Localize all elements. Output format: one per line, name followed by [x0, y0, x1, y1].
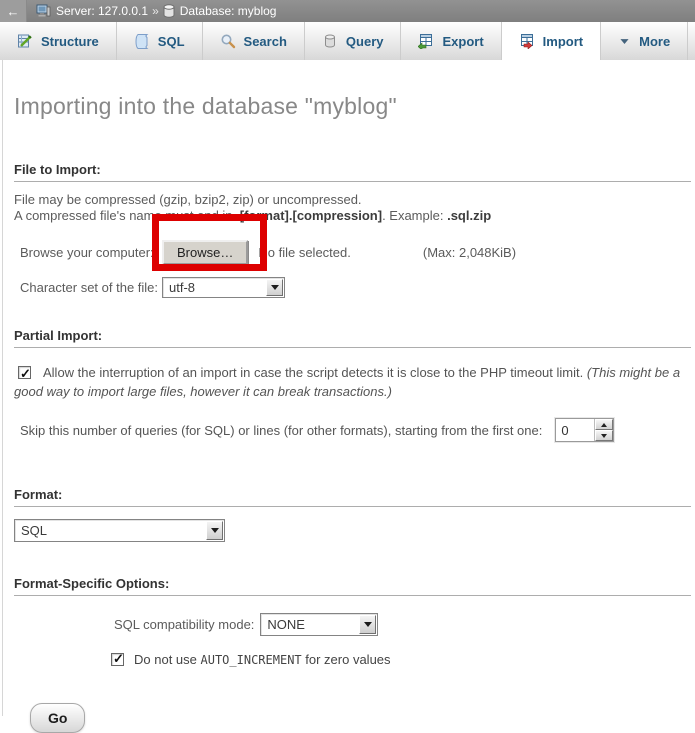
tab-bar: Structure SQL Search Query Export	[0, 22, 695, 60]
go-button[interactable]: Go	[30, 703, 85, 733]
desc-line1: File may be compressed (gzip, bzip2, zip…	[14, 192, 362, 207]
database-icon	[163, 4, 175, 18]
server-icon	[36, 4, 51, 18]
section-heading-format-specific: Format-Specific Options:	[14, 576, 691, 596]
format-select-arrow-icon[interactable]	[206, 521, 223, 540]
tab-structure[interactable]: Structure	[0, 22, 117, 60]
spinner-up-icon	[601, 423, 607, 427]
desc-example: .sql.zip	[447, 208, 491, 223]
section-heading-partial-import: Partial Import:	[14, 328, 691, 348]
export-icon	[418, 33, 434, 49]
breadcrumb-server[interactable]: Server: 127.0.0.1	[36, 4, 148, 18]
sql-compatibility-label: SQL compatibility mode:	[114, 617, 254, 632]
tab-structure-label: Structure	[41, 34, 99, 49]
sql-icon	[134, 33, 150, 49]
charset-label: Character set of the file:	[20, 280, 162, 295]
import-icon	[519, 33, 535, 49]
auto-increment-keyword: AUTO_INCREMENT	[201, 653, 302, 667]
spinner-down-button[interactable]	[595, 430, 613, 441]
auto-increment-row: Do not use AUTO_INCREMENT for zero value…	[14, 652, 691, 667]
auto-increment-prefix: Do not use	[134, 652, 201, 667]
sql-compatibility-select[interactable]: NONE	[260, 613, 378, 636]
tab-query-label: Query	[346, 34, 384, 49]
actions-row: Go	[14, 703, 691, 733]
tab-more[interactable]: More	[601, 22, 688, 60]
desc-line2-prefix: A compressed file's name must end in	[14, 208, 236, 223]
skip-queries-stepper[interactable]	[555, 418, 614, 442]
sql-compatibility-row: SQL compatibility mode: NONE	[14, 613, 691, 636]
tab-import[interactable]: Import	[502, 22, 601, 60]
tab-sql-label: SQL	[158, 34, 185, 49]
panel-left-border	[2, 60, 3, 716]
back-arrow-button[interactable]: ←	[0, 0, 27, 22]
format-selected-value: SQL	[21, 523, 47, 538]
desc-format-pattern: .[format].[compression]	[236, 208, 382, 223]
charset-select-arrow-icon[interactable]	[266, 279, 283, 296]
tab-search[interactable]: Search	[203, 22, 305, 60]
allow-interruption-checkbox[interactable]	[18, 366, 31, 379]
tab-query[interactable]: Query	[305, 22, 402, 60]
browse-button[interactable]: Browse…	[162, 240, 248, 265]
structure-icon	[17, 33, 33, 49]
page-title: Importing into the database "myblog"	[14, 93, 691, 120]
spinner-down-icon	[601, 434, 607, 438]
breadcrumb-server-label: Server: 127.0.0.1	[56, 4, 148, 18]
skip-queries-row: Skip this number of queries (for SQL) or…	[14, 418, 691, 442]
browse-row: Browse your computer: Browse… No file se…	[14, 239, 691, 265]
breadcrumb: ← Server: 127.0.0.1 » Database: myblog	[0, 0, 695, 22]
desc-line2-mid: . Example:	[382, 208, 447, 223]
tab-import-label: Import	[543, 34, 583, 49]
allow-interruption-text: Allow the interruption of an import in c…	[43, 365, 587, 380]
browse-label: Browse your computer:	[20, 245, 162, 260]
breadcrumb-separator: »	[152, 4, 159, 18]
auto-increment-checkbox[interactable]	[111, 653, 124, 666]
section-heading-format: Format:	[14, 487, 691, 507]
import-page: Importing into the database "myblog" Fil…	[0, 93, 695, 733]
sql-compatibility-selected-value: NONE	[267, 617, 305, 632]
query-icon	[322, 33, 338, 49]
spinner-up-button[interactable]	[595, 419, 613, 430]
back-arrow-icon: ←	[7, 4, 20, 19]
tab-more-label: More	[639, 34, 670, 49]
auto-increment-suffix: for zero values	[302, 652, 391, 667]
format-row: SQL	[14, 519, 691, 542]
chevron-down-icon	[618, 35, 631, 48]
max-upload-size: (Max: 2,048KiB)	[423, 245, 516, 260]
no-file-selected-text: No file selected.	[258, 245, 351, 260]
charset-select[interactable]: utf-8	[162, 277, 285, 298]
allow-interruption-row: Allow the interruption of an import in c…	[14, 363, 691, 401]
format-select[interactable]: SQL	[14, 519, 225, 542]
breadcrumb-database-label: Database: myblog	[180, 4, 277, 18]
charset-selected-value: utf-8	[169, 280, 195, 295]
section-heading-file-to-import: File to Import:	[14, 162, 691, 182]
tab-export[interactable]: Export	[401, 22, 501, 60]
charset-row: Character set of the file: utf-8	[14, 277, 691, 298]
tab-export-label: Export	[442, 34, 483, 49]
search-icon	[220, 33, 236, 49]
tab-search-label: Search	[244, 34, 287, 49]
tab-sql[interactable]: SQL	[117, 22, 203, 60]
compat-select-arrow-icon[interactable]	[359, 615, 376, 634]
skip-queries-label: Skip this number of queries (for SQL) or…	[20, 423, 542, 438]
skip-queries-input[interactable]	[556, 419, 594, 441]
file-import-description: File may be compressed (gzip, bzip2, zip…	[14, 192, 691, 224]
breadcrumb-database[interactable]: Database: myblog	[163, 4, 277, 18]
